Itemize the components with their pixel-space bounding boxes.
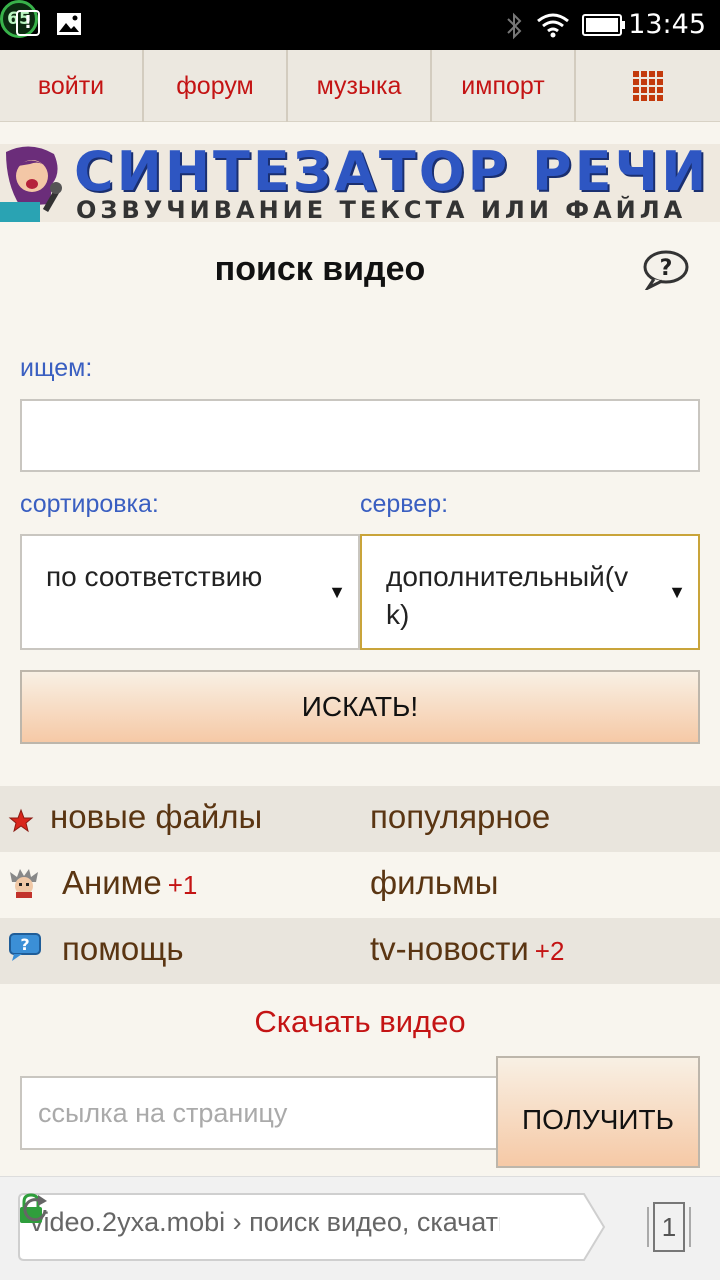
star-icon bbox=[8, 808, 34, 833]
query-label: ищем: bbox=[20, 354, 93, 382]
link-help[interactable]: помощь bbox=[62, 930, 184, 968]
link-popular-label: популярное bbox=[370, 798, 551, 835]
server-label: сервер: bbox=[360, 490, 449, 518]
browser-bar: video.2yxa.mobi › поиск видео, скачать 1 bbox=[0, 1176, 720, 1280]
link-popular[interactable]: популярное bbox=[370, 798, 550, 836]
server-select-value: дополнительный(vk) bbox=[386, 561, 629, 630]
dropdown-arrow-icon: ▼ bbox=[328, 582, 346, 602]
address-bar[interactable]: video.2yxa.mobi › поиск видео, скачать bbox=[18, 1193, 606, 1261]
reload-icon[interactable] bbox=[18, 1193, 52, 1227]
dropdown-arrow-icon: ▼ bbox=[668, 582, 686, 602]
link-row: новые файлы популярное bbox=[0, 786, 720, 852]
sort-label: сортировка: bbox=[20, 490, 159, 518]
download-title: Скачать видео bbox=[254, 1004, 466, 1039]
bluetooth-icon bbox=[507, 12, 522, 40]
category-links: новые файлы популярное Аниме +1 фильмы ? … bbox=[0, 786, 720, 984]
link-row: Аниме +1 фильмы bbox=[0, 852, 720, 918]
link-tv-news[interactable]: tv-новости +2 bbox=[370, 930, 564, 968]
grid-menu-icon bbox=[633, 71, 663, 101]
nav-import[interactable]: импорт bbox=[432, 50, 576, 122]
svg-text:?: ? bbox=[660, 256, 673, 281]
search-input[interactable] bbox=[20, 399, 700, 472]
wifi-icon bbox=[537, 13, 569, 38]
help-bubble-icon: ? bbox=[9, 933, 41, 961]
status-bar: ! 65 13:45 bbox=[0, 0, 720, 50]
sort-select-value: по соответствию bbox=[46, 561, 263, 592]
tabs-button[interactable]: 1 bbox=[646, 1201, 692, 1253]
alert-icon: ! bbox=[16, 10, 40, 36]
battery-icon bbox=[582, 14, 625, 36]
address-text: video.2yxa.mobi › поиск видео, скачать bbox=[30, 1207, 500, 1237]
link-new-files[interactable]: новые файлы bbox=[50, 798, 262, 836]
tv-news-count-badge: +2 bbox=[534, 936, 565, 966]
banner-subtitle: ОЗВУЧИВАНИЕ ТЕКСТА ИЛИ ФАЙЛА bbox=[76, 196, 687, 222]
top-nav: войти форум музыка импорт bbox=[0, 50, 720, 122]
nav-forum[interactable]: форум bbox=[144, 50, 288, 122]
singer-girl-icon bbox=[0, 146, 62, 222]
page-url-input[interactable] bbox=[20, 1076, 498, 1150]
link-movies[interactable]: фильмы bbox=[370, 864, 498, 902]
tab-count: 1 bbox=[661, 1212, 677, 1242]
help-icon[interactable]: ? bbox=[642, 250, 690, 290]
link-anime[interactable]: Аниме +1 bbox=[62, 864, 197, 902]
get-button[interactable]: ПОЛУЧИТЬ bbox=[496, 1056, 700, 1168]
link-row: ? помощь tv-новости +2 bbox=[0, 918, 720, 984]
server-select[interactable]: дополнительный(vk) ▼ bbox=[360, 534, 700, 650]
sort-select[interactable]: по соответствию ▼ bbox=[20, 534, 360, 650]
link-movies-label: фильмы bbox=[370, 864, 499, 901]
anime-count-badge: +1 bbox=[167, 870, 198, 900]
nav-login[interactable]: войти bbox=[0, 50, 144, 122]
search-button[interactable]: ИСКАТЬ! bbox=[20, 670, 700, 744]
image-icon bbox=[57, 13, 81, 35]
nav-menu-button[interactable] bbox=[576, 50, 720, 122]
link-new-files-label: новые файлы bbox=[50, 798, 263, 835]
link-help-label: помощь bbox=[62, 930, 184, 967]
tts-banner[interactable]: СИНТЕЗАТОР РЕЧИ ОЗВУЧИВАНИЕ ТЕКСТА ИЛИ Ф… bbox=[0, 144, 720, 222]
page-title: поиск видео bbox=[214, 250, 426, 288]
banner-title: СИНТЕЗАТОР РЕЧИ bbox=[74, 144, 710, 203]
nav-music[interactable]: музыка bbox=[288, 50, 432, 122]
anime-icon bbox=[10, 869, 38, 898]
svg-text:?: ? bbox=[20, 935, 29, 954]
clock: 13:45 bbox=[628, 9, 706, 40]
link-tv-news-label: tv-новости bbox=[370, 930, 529, 967]
link-anime-label: Аниме bbox=[62, 864, 162, 901]
